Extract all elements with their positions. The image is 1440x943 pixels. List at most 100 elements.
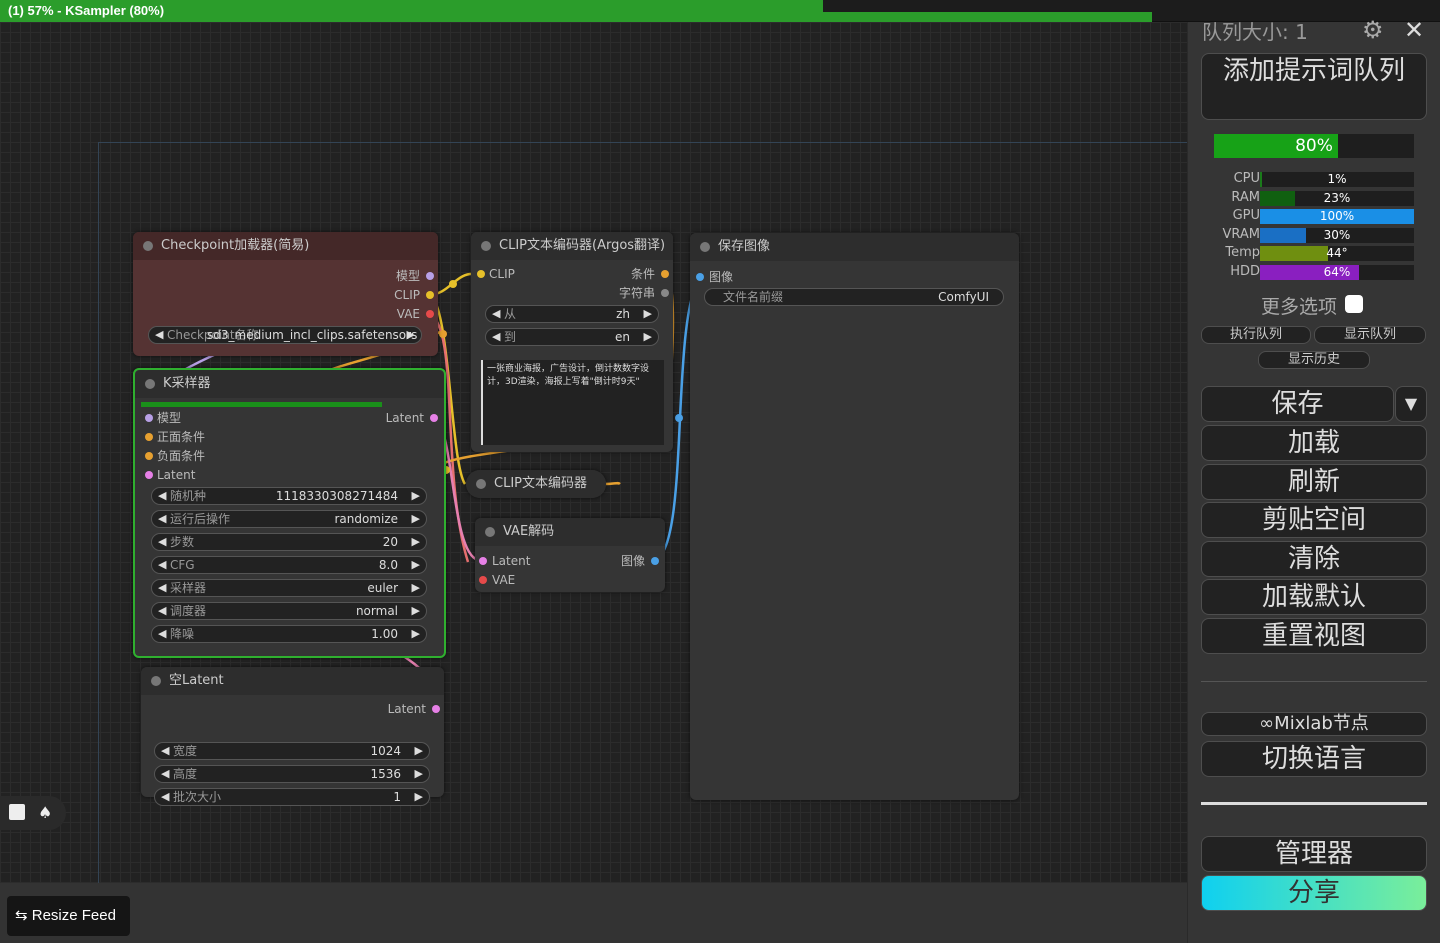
load-button[interactable]: 加载: [1201, 425, 1427, 461]
slot-dot[interactable]: [432, 705, 440, 713]
close-icon[interactable]: ✕: [1404, 16, 1424, 44]
input-image[interactable]: 图像: [696, 269, 776, 285]
to-lang-widget[interactable]: ◀ 到 en ▶: [485, 328, 659, 346]
increment-arrow[interactable]: ▶: [412, 511, 420, 527]
output-vae[interactable]: VAE: [340, 306, 434, 322]
ksampler-widget[interactable]: ◀ 调度器 normal ▶: [151, 602, 427, 620]
output-latent[interactable]: Latent: [344, 410, 438, 426]
show-queue-button[interactable]: 显示队列: [1314, 326, 1426, 344]
input-positive[interactable]: 正面条件: [145, 429, 265, 445]
latent-widget[interactable]: ◀ 宽度 1024 ▶: [154, 742, 430, 760]
collapse-dot[interactable]: [143, 241, 153, 251]
increment-arrow[interactable]: ▶: [412, 488, 420, 504]
node-title[interactable]: CLIP文本编码器(Argos翻译): [471, 232, 673, 260]
increment-arrow[interactable]: ▶: [415, 743, 423, 759]
collapse-dot[interactable]: [145, 379, 155, 389]
input-model[interactable]: 模型: [145, 410, 265, 426]
decrement-arrow[interactable]: ◀: [161, 789, 169, 805]
clip-text-encoder-node[interactable]: CLIP文本编码器: [466, 470, 606, 498]
share-button[interactable]: 分享: [1201, 875, 1427, 911]
load-default-button[interactable]: 加载默认: [1201, 579, 1427, 615]
slot-dot[interactable]: [661, 289, 669, 297]
ksampler-node[interactable]: K采样器 模型 正面条件 负面条件 Latent Latent ◀ 随机种 1118…: [133, 368, 446, 658]
slot-dot[interactable]: [426, 272, 434, 280]
slot-dot[interactable]: [426, 291, 434, 299]
prompt-textarea[interactable]: 一张商业海报，广告设计，倒计数数字设计，3D渲染，海报上写着"倒计时9天": [481, 360, 664, 445]
decrement-arrow[interactable]: ◀: [161, 743, 169, 759]
more-options-checkbox[interactable]: [1345, 295, 1363, 313]
node-title[interactable]: VAE解码: [475, 518, 665, 546]
input-negative[interactable]: 负面条件: [145, 448, 265, 464]
ksampler-widget[interactable]: ◀ 运行后操作 randomize ▶: [151, 510, 427, 528]
slot-dot[interactable]: [661, 270, 669, 278]
queue-prompt-button[interactable]: 添加提示词队列: [1201, 53, 1427, 120]
ksampler-widget[interactable]: ◀ 降噪 1.00 ▶: [151, 625, 427, 643]
input-clip[interactable]: CLIP: [477, 266, 557, 282]
collapse-dot[interactable]: [700, 242, 710, 252]
slot-dot[interactable]: [479, 557, 487, 565]
decrement-arrow[interactable]: ◀: [492, 329, 500, 345]
increment-arrow[interactable]: ▶: [412, 580, 420, 596]
ksampler-widget[interactable]: ◀ 采样器 euler ▶: [151, 579, 427, 597]
latent-widget[interactable]: ◀ 高度 1536 ▶: [154, 765, 430, 783]
rocket-icon[interactable]: ♠: [38, 803, 52, 822]
clip-argos-node[interactable]: CLIP文本编码器(Argos翻译) CLIP 条件 字符串 ◀ 从 zh ▶ …: [471, 232, 673, 452]
resize-feed-button[interactable]: ⇆ Resize Feed: [7, 896, 130, 936]
node-title[interactable]: CLIP文本编码器: [466, 470, 606, 498]
empty-latent-node[interactable]: 空Latent Latent ◀ 宽度 1024 ▶ ◀ 高度 1536 ▶ ◀ 批次大小 1 ▶: [141, 667, 444, 806]
increment-arrow[interactable]: ▶: [412, 557, 420, 573]
node-canvas[interactable]: Checkpoint加载器(简易) 模型 CLIP VAE ◀ Checkpoi…: [0, 22, 1187, 883]
from-lang-widget[interactable]: ◀ 从 zh ▶: [485, 305, 659, 323]
view-queue-button[interactable]: 执行队列: [1201, 326, 1311, 344]
ksampler-widget[interactable]: ◀ 步数 20 ▶: [151, 533, 427, 551]
input-vae[interactable]: VAE: [479, 572, 559, 588]
notebook-icon[interactable]: [9, 804, 25, 820]
slot-dot[interactable]: [145, 433, 153, 441]
gear-icon[interactable]: ⚙: [1362, 16, 1384, 44]
node-title[interactable]: 保存图像: [690, 233, 1019, 261]
collapse-dot[interactable]: [151, 676, 161, 686]
decrement-arrow[interactable]: ◀: [158, 580, 166, 596]
ksampler-widget[interactable]: ◀ CFG 8.0 ▶: [151, 556, 427, 574]
collapse-dot[interactable]: [476, 479, 486, 489]
decrement-arrow[interactable]: ◀: [158, 557, 166, 573]
increment-arrow[interactable]: ▶: [407, 327, 415, 343]
node-title[interactable]: 空Latent: [141, 667, 444, 695]
save-image-node[interactable]: 保存图像 图像 文件名前缀 ComfyUI: [690, 233, 1019, 800]
decrement-arrow[interactable]: ◀: [158, 511, 166, 527]
decrement-arrow[interactable]: ◀: [155, 327, 163, 343]
slot-dot[interactable]: [145, 414, 153, 422]
save-button[interactable]: 保存: [1201, 386, 1394, 422]
collapse-dot[interactable]: [481, 241, 491, 251]
switch-language-button[interactable]: 切换语言: [1201, 741, 1427, 777]
output-image[interactable]: 图像: [585, 553, 659, 569]
node-title[interactable]: Checkpoint加载器(简易): [133, 232, 438, 260]
show-history-button[interactable]: 显示历史: [1258, 351, 1370, 369]
slot-dot[interactable]: [696, 273, 704, 281]
increment-arrow[interactable]: ▶: [415, 789, 423, 805]
clipspace-button[interactable]: 剪贴空间: [1201, 502, 1427, 538]
ksampler-widget[interactable]: ◀ 随机种 1118330308271484 ▶: [151, 487, 427, 505]
output-model[interactable]: 模型: [340, 268, 434, 284]
slot-dot[interactable]: [145, 471, 153, 479]
slot-dot[interactable]: [477, 270, 485, 278]
decrement-arrow[interactable]: ◀: [161, 766, 169, 782]
vae-decode-node[interactable]: VAE解码 Latent VAE 图像: [475, 518, 665, 592]
manager-button[interactable]: 管理器: [1201, 836, 1427, 872]
slot-dot[interactable]: [430, 414, 438, 422]
slot-dot[interactable]: [426, 310, 434, 318]
input-latent[interactable]: Latent: [145, 467, 265, 483]
decrement-arrow[interactable]: ◀: [158, 534, 166, 550]
decrement-arrow[interactable]: ◀: [158, 488, 166, 504]
refresh-button[interactable]: 刷新: [1201, 464, 1427, 500]
increment-arrow[interactable]: ▶: [412, 626, 420, 642]
increment-arrow[interactable]: ▶: [644, 306, 652, 322]
reset-view-button[interactable]: 重置视图: [1201, 618, 1427, 654]
increment-arrow[interactable]: ▶: [644, 329, 652, 345]
save-dropdown-button[interactable]: ▼: [1395, 386, 1427, 422]
increment-arrow[interactable]: ▶: [415, 766, 423, 782]
mixlab-button[interactable]: ∞Mixlab节点: [1201, 712, 1427, 736]
slot-dot[interactable]: [651, 557, 659, 565]
collapse-dot[interactable]: [485, 527, 495, 537]
slot-dot[interactable]: [145, 452, 153, 460]
